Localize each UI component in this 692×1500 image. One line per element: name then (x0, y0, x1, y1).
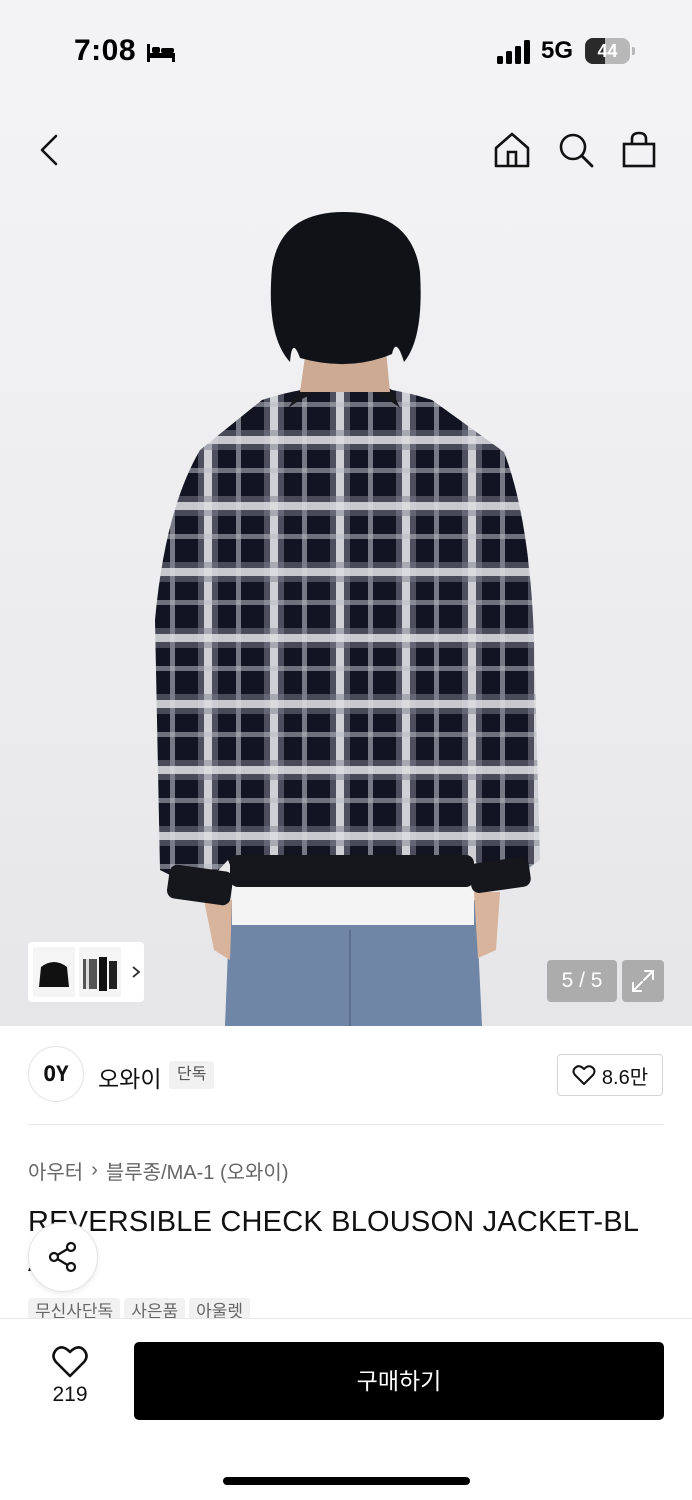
shopping-bag-icon (622, 131, 656, 168)
expand-button[interactable] (622, 960, 664, 1002)
brand-name[interactable]: 오와이 (98, 1060, 161, 1094)
bed-icon (147, 44, 175, 62)
bottom-action-bar: 219 구매하기 (0, 1318, 692, 1500)
product-image[interactable]: 5 / 5 (0, 100, 692, 1026)
share-icon (48, 1241, 77, 1273)
image-page-counter: 5 / 5 (547, 960, 617, 1002)
battery-icon: 44 (585, 38, 635, 64)
breadcrumb-separator-icon: › (91, 1159, 98, 1181)
search-button[interactable] (548, 122, 604, 178)
status-bar: 7:08 5G 44 (0, 0, 692, 100)
network-label: 5G (541, 37, 574, 64)
heart-icon (572, 1065, 596, 1085)
product-photo (155, 212, 540, 1026)
breadcrumb-subcategory[interactable]: 블루종/MA-1 (오와이) (106, 1156, 289, 1185)
chevron-right-icon (132, 966, 141, 978)
wishlist-count: 219 (52, 1383, 88, 1406)
home-icon (494, 132, 530, 168)
brand-row: OY 오와이 단독 8.6만 (0, 1026, 692, 1126)
back-button[interactable] (22, 122, 78, 178)
thumbnail-2[interactable] (79, 947, 121, 997)
status-time: 7:08 (74, 34, 137, 67)
expand-icon (632, 970, 654, 992)
breadcrumb: 아우터 › 블루종/MA-1 (오와이) (28, 1156, 289, 1185)
breadcrumb-category[interactable]: 아우터 (28, 1156, 83, 1185)
thumbnail-1[interactable] (33, 947, 75, 997)
brand-logo[interactable]: OY (28, 1046, 84, 1102)
home-button[interactable] (484, 122, 540, 178)
share-button[interactable] (28, 1222, 98, 1292)
battery-level: 44 (597, 41, 618, 61)
product-title: REVERSIBLE CHECK BLOUSON JACKET-BL (28, 1206, 640, 1238)
heart-icon (52, 1346, 88, 1378)
divider (28, 1124, 664, 1125)
thumbnail-strip[interactable] (28, 942, 144, 1002)
exclusive-badge: 단독 (169, 1061, 215, 1089)
wishlist-button[interactable]: 219 (36, 1345, 104, 1415)
brand-like-button[interactable]: 8.6만 (557, 1054, 663, 1096)
buy-button[interactable]: 구매하기 (134, 1342, 664, 1420)
cart-button[interactable] (611, 122, 667, 178)
search-icon (559, 133, 594, 168)
chevron-left-icon (40, 134, 58, 166)
home-indicator (223, 1477, 470, 1485)
signal-icon (497, 40, 530, 64)
brand-like-count: 8.6만 (601, 1066, 649, 1089)
